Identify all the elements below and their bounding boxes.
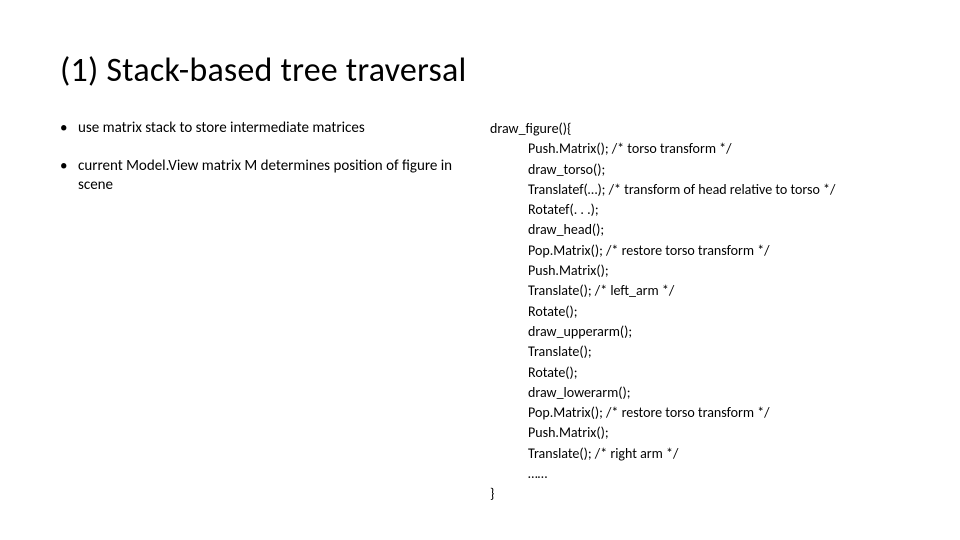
bullet-item: current Model.View matrix M determines p… bbox=[60, 157, 470, 196]
slide: (1) Stack-based tree traversal use matri… bbox=[0, 0, 960, 540]
content-columns: use matrix stack to store intermediate m… bbox=[60, 119, 912, 505]
code-line: draw_lowerarm(); bbox=[528, 383, 912, 403]
code-line: Pop.Matrix(); /* restore torso transform… bbox=[528, 241, 912, 261]
code-line: …… bbox=[528, 464, 912, 484]
left-column: use matrix stack to store intermediate m… bbox=[60, 119, 490, 505]
code-line: Rotate(); bbox=[528, 302, 912, 322]
code-line: draw_head(); bbox=[528, 220, 912, 240]
code-line: draw_torso(); bbox=[528, 160, 912, 180]
right-column: draw_figure(){ Push.Matrix(); /* torso t… bbox=[490, 119, 912, 505]
code-line: Translate(); /* left_arm */ bbox=[528, 281, 912, 301]
bullet-item: use matrix stack to store intermediate m… bbox=[60, 119, 470, 139]
code-line: Push.Matrix(); /* torso transform */ bbox=[528, 139, 912, 159]
code-line: Translate(); /* right arm */ bbox=[528, 444, 912, 464]
code-line: Push.Matrix(); bbox=[528, 261, 912, 281]
code-line: Pop.Matrix(); /* restore torso transform… bbox=[528, 403, 912, 423]
code-line: draw_upperarm(); bbox=[528, 322, 912, 342]
code-line: Rotatef(. . .); bbox=[528, 200, 912, 220]
code-header: draw_figure(){ bbox=[490, 119, 912, 139]
code-line: Rotate(); bbox=[528, 363, 912, 383]
code-line: Translatef(…); /* transform of head rela… bbox=[528, 180, 912, 200]
code-line: Push.Matrix(); bbox=[528, 423, 912, 443]
code-footer: } bbox=[490, 484, 912, 504]
bullet-list: use matrix stack to store intermediate m… bbox=[60, 119, 470, 196]
code-line: Translate(); bbox=[528, 342, 912, 362]
slide-title: (1) Stack-based tree traversal bbox=[60, 50, 912, 91]
code-body: Push.Matrix(); /* torso transform */ dra… bbox=[490, 139, 912, 484]
